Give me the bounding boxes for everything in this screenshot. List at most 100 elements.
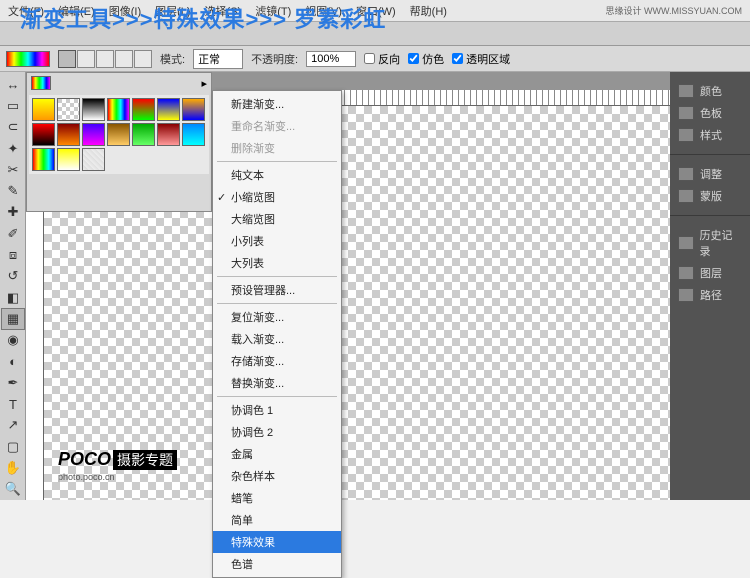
- menu-separator: [217, 303, 337, 304]
- gradient-preset-2[interactable]: [82, 98, 105, 121]
- menu-small-list[interactable]: 小列表: [213, 230, 341, 252]
- heal-tool-icon[interactable]: ✚: [1, 202, 25, 223]
- menu-new-gradient[interactable]: 新建渐变...: [213, 93, 341, 115]
- menu-harmonic2[interactable]: 协调色 2: [213, 421, 341, 443]
- gradient-preset-12[interactable]: [157, 123, 180, 146]
- gradient-preset-14[interactable]: [32, 148, 55, 171]
- angle-gradient-icon[interactable]: [96, 50, 114, 68]
- menu-small-thumb[interactable]: 小缩览图: [213, 186, 341, 208]
- move-tool-icon[interactable]: ↔: [1, 74, 25, 95]
- gradient-preset-10[interactable]: [107, 123, 130, 146]
- history-brush-tool-icon[interactable]: ↺: [1, 266, 25, 287]
- gradient-preset-6[interactable]: [182, 98, 205, 121]
- eyedropper-tool-icon[interactable]: ✎: [1, 180, 25, 201]
- right-panel-dock: 颜色 色板 样式 调整 蒙版 历史记录 图层 路径: [670, 72, 750, 500]
- menu-load-gradients[interactable]: 载入渐变...: [213, 328, 341, 350]
- menu-reset-gradients[interactable]: 复位渐变...: [213, 306, 341, 328]
- gradient-flyout-menu: 新建渐变... 重命名渐变... 删除渐变 纯文本 小缩览图 大缩览图 小列表 …: [212, 90, 342, 578]
- panel-color[interactable]: 颜色: [670, 80, 750, 102]
- pen-tool-icon[interactable]: ✒: [1, 372, 25, 393]
- menu-delete-gradient: 删除渐变: [213, 137, 341, 159]
- menu-metal[interactable]: 金属: [213, 443, 341, 465]
- gradient-preset-9[interactable]: [82, 123, 105, 146]
- linear-gradient-icon[interactable]: [58, 50, 76, 68]
- gradient-preview-swatch[interactable]: [31, 76, 51, 90]
- menu-save-gradients[interactable]: 存储渐变...: [213, 350, 341, 372]
- menu-rename-gradient: 重命名渐变...: [213, 115, 341, 137]
- zoom-tool-icon[interactable]: 🔍: [1, 479, 25, 500]
- swatch-panel-icon: [678, 106, 694, 120]
- gradient-preset-5[interactable]: [157, 98, 180, 121]
- menu-pastel[interactable]: 蜡笔: [213, 487, 341, 509]
- gradient-preset-13[interactable]: [182, 123, 205, 146]
- shape-tool-icon[interactable]: ▢: [1, 436, 25, 457]
- menu-separator: [217, 276, 337, 277]
- menu-harmonic1[interactable]: 协调色 1: [213, 399, 341, 421]
- panel-history[interactable]: 历史记录: [670, 224, 750, 262]
- menu-simple[interactable]: 简单: [213, 509, 341, 531]
- type-tool-icon[interactable]: T: [1, 394, 25, 415]
- opacity-input[interactable]: 100%: [306, 51, 356, 67]
- menu-preset-manager[interactable]: 预设管理器...: [213, 279, 341, 301]
- gradient-preset-4[interactable]: [132, 98, 155, 121]
- mode-label: 模式:: [160, 51, 185, 67]
- path-tool-icon[interactable]: ↗: [1, 415, 25, 436]
- transparency-checkbox[interactable]: 透明区域: [452, 51, 510, 67]
- menu-large-thumb[interactable]: 大缩览图: [213, 208, 341, 230]
- menu-help[interactable]: 帮助(H): [410, 3, 447, 19]
- brush-tool-icon[interactable]: ✐: [1, 223, 25, 244]
- dodge-tool-icon[interactable]: ◐: [1, 351, 25, 372]
- color-panel-icon: [678, 84, 694, 98]
- gradient-swatch[interactable]: [6, 51, 50, 67]
- gradient-preset-7[interactable]: [32, 123, 55, 146]
- marquee-tool-icon[interactable]: ▭: [1, 95, 25, 116]
- gradient-preset-11[interactable]: [132, 123, 155, 146]
- gradient-preset-grid: [29, 95, 209, 174]
- panel-masks[interactable]: 蒙版: [670, 185, 750, 207]
- watermark: 思缘设计 WWW.MISSYUAN.COM: [606, 4, 743, 17]
- gradient-preset-8[interactable]: [57, 123, 80, 146]
- panel-paths[interactable]: 路径: [670, 284, 750, 306]
- eraser-tool-icon[interactable]: ◧: [1, 287, 25, 308]
- crop-tool-icon[interactable]: ✂: [1, 159, 25, 180]
- style-panel-icon: [678, 128, 694, 142]
- opacity-label: 不透明度:: [251, 51, 298, 67]
- gradient-preset-0[interactable]: [32, 98, 55, 121]
- reflected-gradient-icon[interactable]: [115, 50, 133, 68]
- wand-tool-icon[interactable]: ✦: [1, 138, 25, 159]
- dither-checkbox[interactable]: 仿色: [408, 51, 444, 67]
- radial-gradient-icon[interactable]: [77, 50, 95, 68]
- lasso-tool-icon[interactable]: ⊂: [1, 117, 25, 138]
- panel-layers[interactable]: 图层: [670, 262, 750, 284]
- gradient-preset-16[interactable]: [82, 148, 105, 171]
- menu-spectrum[interactable]: 色谱: [213, 553, 341, 575]
- gradient-preset-15[interactable]: [57, 148, 80, 171]
- history-panel-icon: [678, 236, 694, 250]
- menu-text-only[interactable]: 纯文本: [213, 164, 341, 186]
- gradient-picker-panel: ▸: [26, 72, 212, 212]
- panel-swatches[interactable]: 色板: [670, 102, 750, 124]
- adjust-panel-icon: [678, 167, 694, 181]
- blur-tool-icon[interactable]: ◉: [1, 330, 25, 351]
- gradient-preset-3[interactable]: [107, 98, 130, 121]
- menu-special-effects[interactable]: 特殊效果: [213, 531, 341, 553]
- canvas-area: 未标... × 未... × ▸ 新建渐变... 重命名渐变... 删除渐变 纯…: [26, 72, 670, 500]
- hand-tool-icon[interactable]: ✋: [1, 457, 25, 478]
- diamond-gradient-icon[interactable]: [134, 50, 152, 68]
- gradient-type-group: [58, 50, 152, 68]
- gradient-tool-icon[interactable]: ▦: [1, 308, 25, 329]
- panel-styles[interactable]: 样式: [670, 124, 750, 146]
- stamp-tool-icon[interactable]: ⧈: [1, 244, 25, 265]
- path-panel-icon: [678, 288, 694, 302]
- flyout-menu-icon[interactable]: ▸: [201, 77, 207, 90]
- reverse-checkbox[interactable]: 反向: [364, 51, 400, 67]
- panel-separator: [670, 215, 750, 216]
- menu-replace-gradients[interactable]: 替换渐变...: [213, 372, 341, 394]
- poco-logo: POCO摄影专题 photo.poco.cn: [58, 449, 177, 482]
- mode-select[interactable]: 正常: [193, 49, 243, 69]
- menu-noise[interactable]: 杂色样本: [213, 465, 341, 487]
- toolbox: ↔ ▭ ⊂ ✦ ✂ ✎ ✚ ✐ ⧈ ↺ ◧ ▦ ◉ ◐ ✒ T ↗ ▢ ✋ 🔍: [0, 72, 26, 500]
- panel-adjustments[interactable]: 调整: [670, 163, 750, 185]
- gradient-preset-1[interactable]: [57, 98, 80, 121]
- menu-large-list[interactable]: 大列表: [213, 252, 341, 274]
